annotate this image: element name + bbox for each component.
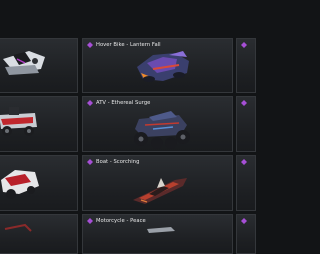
vehicle-skin-tile-right-3[interactable] <box>236 155 256 211</box>
vehicle-thumbnail-boat <box>133 178 187 204</box>
rarity-diamond-icon <box>241 100 247 106</box>
tile-label <box>241 100 247 106</box>
vehicle-thumbnail-motorcycle <box>147 227 175 233</box>
vehicle-thumbnail-atv <box>134 111 190 149</box>
rarity-diamond-icon <box>241 218 247 224</box>
tile-label <box>241 159 247 165</box>
vehicle-skin-tile-left-1[interactable] <box>0 38 78 93</box>
vehicle-skin-grid: Hover Bike - Lantern Fall ATV - Ethereal… <box>0 0 256 254</box>
vehicle-skin-tile[interactable]: ATV - Ethereal Surge <box>82 96 233 152</box>
vehicle-thumbnail-atv <box>0 107 37 136</box>
vehicle-skin-tile[interactable]: Motorcycle - Peace <box>82 214 233 254</box>
vehicle-skin-tile[interactable]: Boat - Scorching <box>82 155 233 211</box>
vehicle-skin-tile-left-4[interactable] <box>0 214 78 254</box>
vehicle-skin-tile[interactable]: Hover Bike - Lantern Fall <box>82 38 233 93</box>
vehicle-skin-tile-right-2[interactable] <box>236 96 256 152</box>
vehicle-skin-tile-right-4[interactable] <box>236 214 256 254</box>
rarity-diamond-icon <box>241 42 247 48</box>
vehicle-skin-tile-right-1[interactable] <box>236 38 256 93</box>
vehicle-thumbnail-hover-bike <box>137 51 189 82</box>
tile-label <box>241 218 247 224</box>
vehicle-skin-tile-left-2[interactable] <box>0 96 78 152</box>
vehicle-thumbnail-car <box>1 170 39 199</box>
rarity-diamond-icon <box>241 159 247 165</box>
vehicle-skin-tile-left-3[interactable] <box>0 155 78 211</box>
vehicle-thumbnail-hover-bike <box>3 51 45 75</box>
vehicle-thumbnail-car <box>4 223 32 232</box>
tile-label <box>241 42 247 48</box>
